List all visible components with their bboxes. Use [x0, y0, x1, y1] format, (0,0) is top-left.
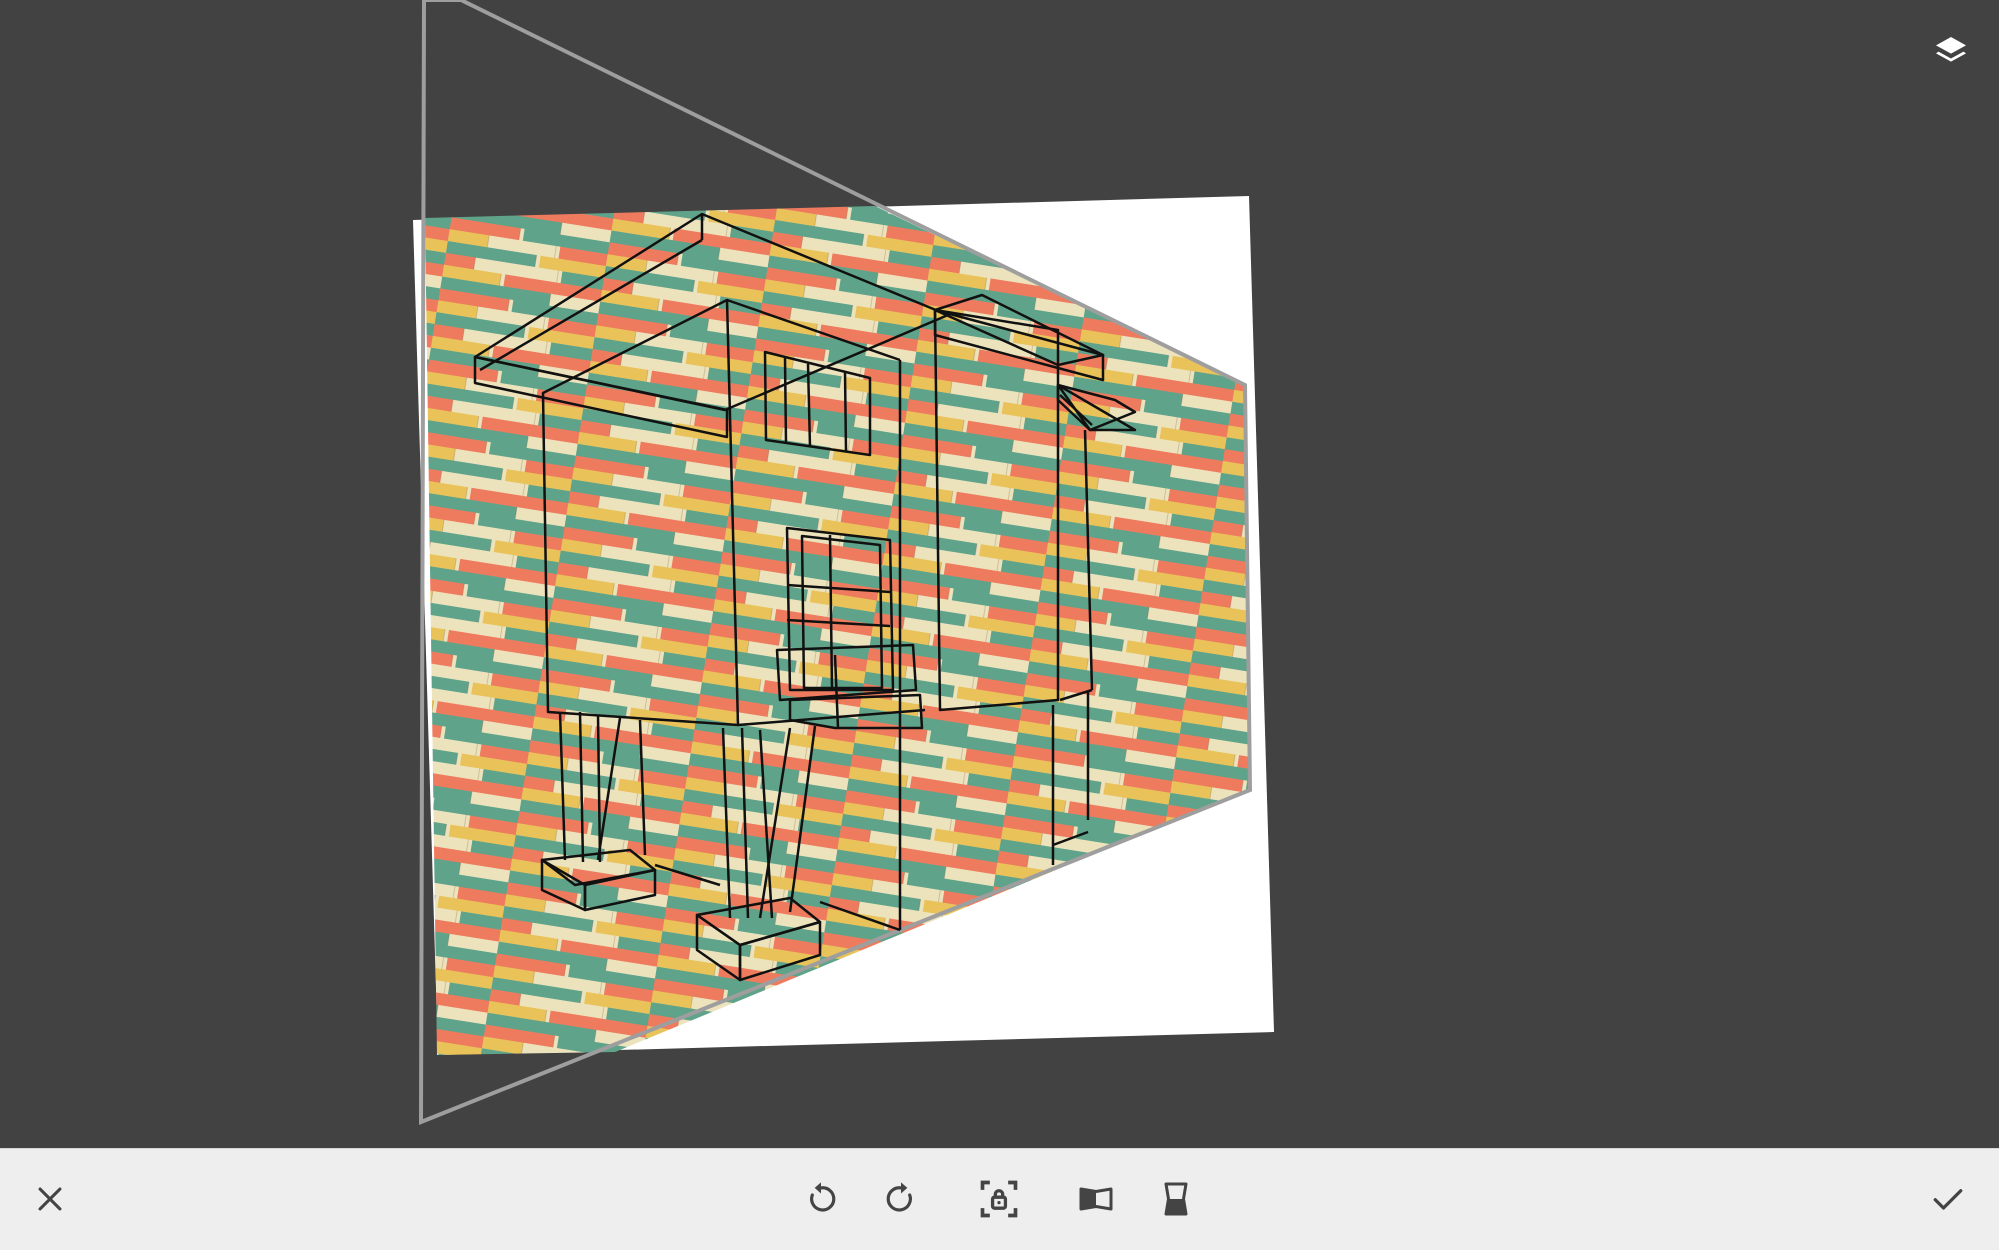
rotate-left-icon [810, 1182, 836, 1212]
perspective-horizontal-icon [1079, 1187, 1113, 1211]
rotate-left-button[interactable] [791, 1169, 851, 1229]
aspect-lock-icon [980, 1180, 1018, 1218]
bottom-toolbar [0, 1148, 1999, 1250]
layers-button[interactable] [1925, 26, 1977, 78]
perspective-vertical-button[interactable] [1146, 1169, 1206, 1229]
editor-canvas[interactable] [0, 0, 1999, 1148]
perspective-vertical-icon [1164, 1182, 1188, 1216]
layers-icon [1936, 37, 1966, 62]
rotate-right-button[interactable] [871, 1169, 931, 1229]
close-icon [38, 1187, 62, 1211]
cancel-button[interactable] [20, 1169, 80, 1229]
apply-button[interactable] [1918, 1169, 1978, 1229]
artwork[interactable] [0, 0, 1999, 1148]
rotate-right-icon [886, 1182, 912, 1212]
check-icon [1933, 1189, 1963, 1210]
aspect-lock-button[interactable] [969, 1169, 1029, 1229]
perspective-horizontal-button[interactable] [1066, 1169, 1126, 1229]
